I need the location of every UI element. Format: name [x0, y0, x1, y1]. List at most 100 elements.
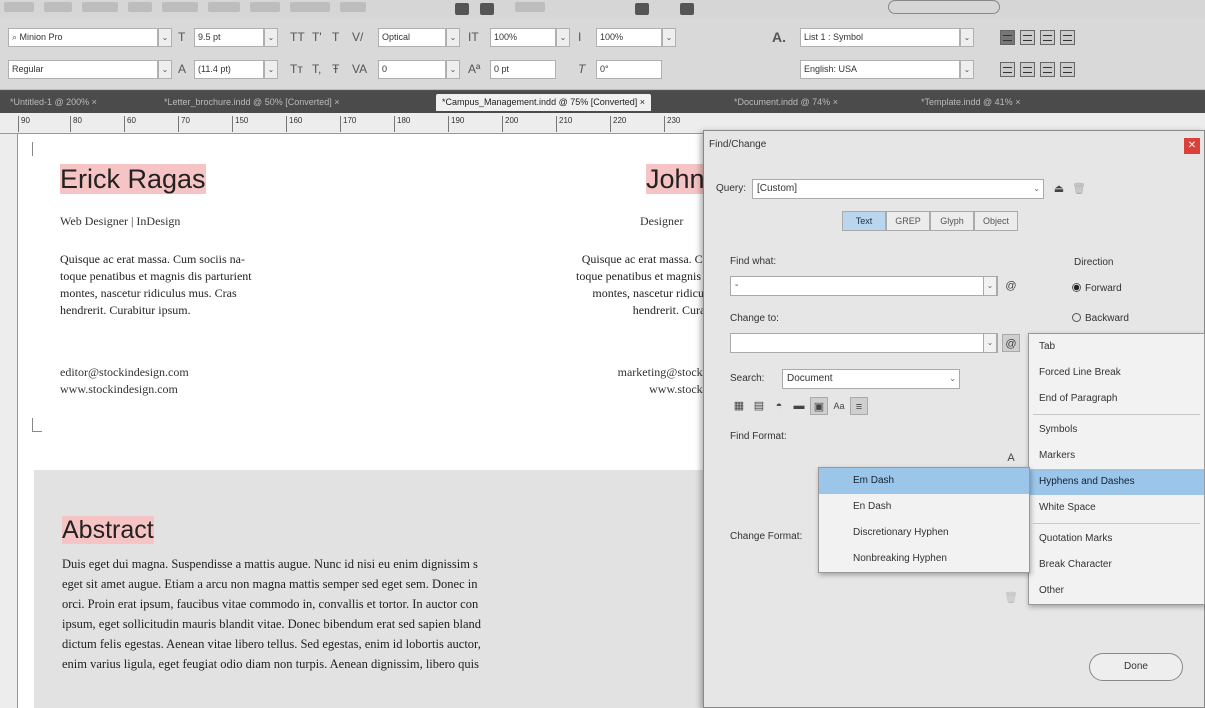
menu-item-help[interactable]: [340, 2, 366, 12]
menu-item-forced-line-break[interactable]: Forced Line Break: [1029, 360, 1204, 386]
small-caps-icon[interactable]: Tт: [290, 60, 303, 79]
tab-object[interactable]: Object: [974, 211, 1018, 231]
right-card-email[interactable]: marketing@stockind: [488, 364, 718, 381]
left-card-name[interactable]: Erick Ragas: [60, 164, 206, 194]
menu-item-layout[interactable]: [82, 2, 118, 12]
right-card-name[interactable]: John: [646, 164, 705, 194]
include-hidden-layers-icon[interactable]: ◓: [770, 397, 788, 415]
left-card-line[interactable]: toque penatibus et magnis dis parturient: [60, 268, 252, 285]
tab-grep[interactable]: GREP: [886, 211, 930, 231]
font-size-dropdown[interactable]: ⌄: [264, 28, 278, 47]
radio-backward[interactable]: Backward: [1072, 313, 1129, 324]
horizontal-scale-dropdown[interactable]: ⌄: [662, 28, 676, 47]
find-what-field[interactable]: - ⌄: [730, 276, 998, 296]
query-select[interactable]: [Custom] ⌄: [752, 179, 1044, 199]
document-page[interactable]: Erick Ragas Web Designer | InDesign Quis…: [18, 134, 718, 708]
menu-item-symbols[interactable]: Symbols: [1029, 417, 1204, 443]
chevron-down-icon[interactable]: ⌄: [983, 276, 997, 296]
justify-left-button[interactable]: [1000, 62, 1015, 77]
save-query-icon[interactable]: ⏏: [1050, 180, 1068, 198]
search-scope-select[interactable]: Document ⌄: [782, 369, 960, 389]
radio-forward[interactable]: Forward: [1072, 283, 1122, 294]
include-locked-layers-icon[interactable]: ▦: [730, 397, 748, 415]
menu-item-type[interactable]: [128, 2, 152, 12]
menu-item-other[interactable]: Other: [1029, 578, 1204, 604]
right-card-line[interactable]: montes, nascetur ridiculus: [488, 285, 718, 302]
left-card-role[interactable]: Web Designer | InDesign: [60, 214, 180, 229]
menu-item-markers[interactable]: Markers: [1029, 443, 1204, 469]
language-field[interactable]: English: USA: [800, 60, 960, 79]
right-card-line[interactable]: hendrerit. Curabit: [488, 302, 718, 319]
tab-text[interactable]: Text: [842, 211, 886, 231]
workspace-switcher[interactable]: [888, 0, 1000, 14]
font-family-field[interactable]: ⌕ Minion Pro: [8, 28, 158, 47]
align-left-button[interactable]: [1000, 30, 1015, 45]
chevron-down-icon[interactable]: ⌄: [983, 333, 997, 353]
menu-item-break-character[interactable]: Break Character: [1029, 552, 1204, 578]
case-sensitive-icon[interactable]: Aa: [830, 397, 848, 415]
leading-dropdown[interactable]: ⌄: [264, 60, 278, 79]
align-center-button[interactable]: [1020, 30, 1035, 45]
strikethrough-icon[interactable]: Ŧ: [332, 60, 339, 79]
menu-item-object[interactable]: [162, 2, 198, 12]
close-icon[interactable]: ✕: [1184, 138, 1200, 154]
whole-word-icon[interactable]: ≡: [850, 397, 868, 415]
menu-item-window[interactable]: [290, 2, 330, 12]
align-right-button[interactable]: [1040, 30, 1055, 45]
right-card-website[interactable]: www.stockind: [488, 381, 718, 398]
align-towards-spine-button[interactable]: [1060, 30, 1075, 45]
baseline-shift-field[interactable]: 0 pt: [490, 60, 556, 79]
tracking-field[interactable]: 0: [378, 60, 446, 79]
bridge-icon[interactable]: [455, 3, 469, 15]
justify-center-button[interactable]: [1020, 62, 1035, 77]
abstract-body[interactable]: Duis eget dui magna. Suspendisse a matti…: [62, 554, 718, 674]
left-card-email[interactable]: editor@stockindesign.com: [60, 364, 189, 381]
menu-item-em-dash[interactable]: Em Dash: [819, 468, 1029, 494]
character-style-dropdown[interactable]: ⌄: [960, 28, 974, 47]
include-master-pages-icon[interactable]: ▬: [790, 397, 808, 415]
zoom-level[interactable]: [515, 2, 545, 12]
screen-mode-icon[interactable]: [680, 3, 694, 15]
justify-all-button[interactable]: [1060, 62, 1075, 77]
subscript-icon[interactable]: T,: [312, 60, 321, 79]
include-footnotes-icon[interactable]: ▣: [810, 397, 828, 415]
special-characters-find-icon[interactable]: @: [1002, 277, 1020, 295]
doc-tab[interactable]: *Untitled-1 @ 200% ×: [4, 94, 103, 111]
right-card-line[interactable]: Quisque ac erat massa. Cum: [488, 251, 718, 268]
justify-right-button[interactable]: [1040, 62, 1055, 77]
doc-tab[interactable]: *Letter_brochure.indd @ 50% [Converted] …: [158, 94, 346, 111]
font-family-dropdown[interactable]: ⌄: [158, 28, 172, 47]
underline-icon[interactable]: T: [332, 28, 339, 47]
left-card-line[interactable]: montes, nascetur ridiculus mus. Cras: [60, 285, 252, 302]
specify-find-format-icon[interactable]: A: [1002, 449, 1020, 467]
change-to-field[interactable]: ⌄: [730, 333, 998, 353]
skew-field[interactable]: 0°: [596, 60, 662, 79]
left-card-line[interactable]: Quisque ac erat massa. Cum sociis na-: [60, 251, 252, 268]
all-caps-icon[interactable]: TT: [290, 28, 305, 47]
kerning-field[interactable]: Optical: [378, 28, 446, 47]
include-locked-stories-icon[interactable]: ▤: [750, 397, 768, 415]
horizontal-scale-field[interactable]: 100%: [596, 28, 662, 47]
vertical-scale-dropdown[interactable]: ⌄: [556, 28, 570, 47]
right-card-role[interactable]: Designer: [640, 214, 683, 229]
clear-format-icon[interactable]: 🗑: [1002, 589, 1020, 607]
font-style-dropdown[interactable]: ⌄: [158, 60, 172, 79]
stock-icon[interactable]: [480, 3, 494, 15]
tab-glyph[interactable]: Glyph: [930, 211, 974, 231]
menu-item-tab[interactable]: Tab: [1029, 334, 1204, 360]
menu-item-table[interactable]: [208, 2, 240, 12]
menu-item-quotation-marks[interactable]: Quotation Marks: [1029, 526, 1204, 552]
doc-tab-active[interactable]: *Campus_Management.indd @ 75% [Converted…: [436, 94, 652, 111]
superscript-icon[interactable]: T': [312, 28, 322, 47]
delete-query-icon[interactable]: 🗑: [1070, 180, 1088, 198]
language-dropdown[interactable]: ⌄: [960, 60, 974, 79]
menu-item-nonbreaking-hyphen[interactable]: Nonbreaking Hyphen: [819, 546, 1029, 572]
character-style-field[interactable]: List 1 : Symbol: [800, 28, 960, 47]
kerning-dropdown[interactable]: ⌄: [446, 28, 460, 47]
menu-item-en-dash[interactable]: En Dash: [819, 494, 1029, 520]
left-card-website[interactable]: www.stockindesign.com: [60, 381, 189, 398]
done-button[interactable]: Done: [1089, 653, 1183, 681]
right-card-line[interactable]: toque penatibus et magnis dis: [488, 268, 718, 285]
doc-tab[interactable]: *Document.indd @ 74% ×: [728, 94, 844, 111]
menu-item-end-of-paragraph[interactable]: End of Paragraph: [1029, 386, 1204, 412]
